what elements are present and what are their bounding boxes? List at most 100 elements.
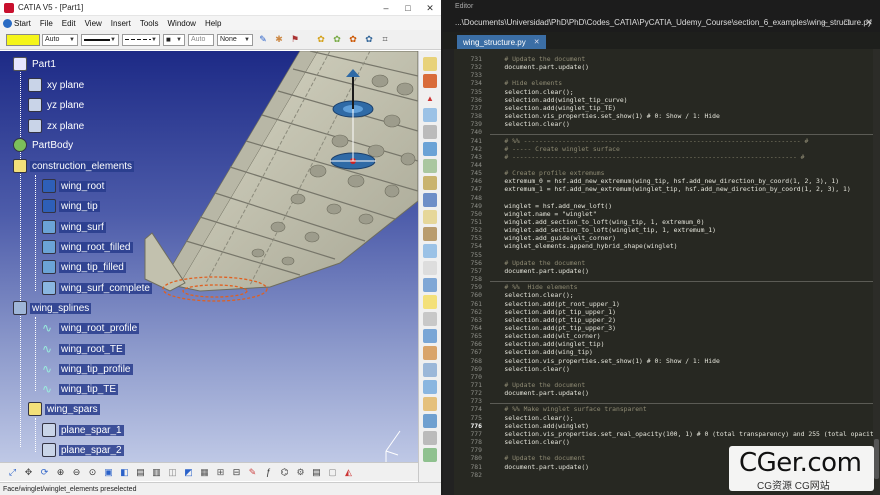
tree-node-zx-plane[interactable]: zx plane	[28, 118, 86, 134]
code-line[interactable]: 778 selection.clear()	[454, 438, 569, 446]
trim-icon[interactable]	[423, 210, 437, 224]
menu-edit[interactable]: Edit	[62, 19, 76, 28]
maximize-button[interactable]: □	[397, 0, 419, 16]
painter-icon[interactable]: ✎	[256, 33, 270, 47]
code-line[interactable]: 748	[454, 194, 489, 202]
analysis-tool-icon[interactable]	[423, 431, 437, 445]
menu-window[interactable]: Window	[168, 19, 196, 28]
join-tool-icon[interactable]	[423, 193, 437, 207]
formula-icon[interactable]: ƒ	[262, 466, 275, 479]
code-line[interactable]: 750 winglet.name = "winglet"	[454, 210, 596, 218]
tree-node-partbody[interactable]: PartBody	[13, 137, 75, 153]
catalog-icon[interactable]: ✿	[314, 33, 328, 47]
code-line[interactable]: 733	[454, 71, 489, 79]
code-line[interactable]: 768 selection.vis_properties.set_show(1)…	[454, 357, 719, 365]
fill-tool-icon[interactable]	[423, 176, 437, 190]
code-line[interactable]: 772 document.part.update()	[454, 389, 589, 397]
code-line[interactable]: 780 # Update the document	[454, 454, 585, 462]
extract-icon[interactable]	[423, 244, 437, 258]
normal-view-icon[interactable]: ⊙	[86, 466, 99, 479]
code-line[interactable]: 769 selection.clear()	[454, 365, 569, 373]
iso-view-icon[interactable]: ▣	[102, 466, 115, 479]
3d-viewport[interactable]: Part1 xy plane yz plane zx plane PartBod…	[0, 51, 418, 481]
code-line[interactable]: 766 selection.add(winglet_tip)	[454, 340, 604, 348]
code-line[interactable]: 745 # Create profile extremums	[454, 169, 604, 177]
code-line[interactable]: 770	[454, 373, 489, 381]
pattern-icon[interactable]	[423, 380, 437, 394]
plane-tool-icon[interactable]	[423, 108, 437, 122]
tools-icon[interactable]: ✿	[346, 33, 360, 47]
line-type-dropdown[interactable]: ▼	[122, 33, 160, 46]
layer-dropdown[interactable]: None ▼	[217, 33, 253, 46]
close-icon[interactable]: ✕	[534, 38, 540, 46]
code-line[interactable]: 779	[454, 446, 489, 454]
tile-view-icon[interactable]: ⊟	[230, 466, 243, 479]
scrollbar-thumb[interactable]	[874, 439, 879, 479]
pan-icon[interactable]: ✥	[22, 466, 35, 479]
code-line[interactable]: 754 winglet_elements.append_hybrid_shape…	[454, 242, 677, 250]
point-tool-icon[interactable]	[423, 74, 437, 88]
tree-node-wing-tip-profile[interactable]: ∿ wing_tip_profile	[42, 361, 133, 377]
macro-icon[interactable]: ⚑	[288, 33, 302, 47]
code-line[interactable]: 761 selection.add(pt_root_upper_1)	[454, 300, 619, 308]
fit-all-icon[interactable]: ⤢	[6, 466, 19, 479]
hide-show-icon[interactable]: ▤	[134, 466, 147, 479]
multi-view-icon[interactable]: ▦	[198, 466, 211, 479]
tree-node-plane-spar-1[interactable]: plane_spar_1	[42, 422, 124, 438]
tree-node-wing-tip-te[interactable]: ∿ wing_tip_TE	[42, 381, 119, 397]
code-line[interactable]: 735 selection.clear();	[454, 88, 573, 96]
tree-node-yz-plane[interactable]: yz plane	[28, 97, 86, 113]
fillet-icon[interactable]	[423, 261, 437, 275]
code-line[interactable]: 746 extremum_0 = hsf.add_new_extremum(wi…	[454, 177, 839, 185]
table-icon[interactable]: ▤	[310, 466, 323, 479]
code-line[interactable]: 777 selection.vis_properties.set_real_op…	[454, 430, 880, 438]
menu-insert[interactable]: Insert	[111, 19, 131, 28]
code-line[interactable]: 763 selection.add(pt_tip_upper_2)	[454, 316, 616, 324]
code-line[interactable]: 734 # Hide elements	[454, 79, 562, 87]
extrude-icon[interactable]: ▲	[423, 91, 437, 105]
shading-icon[interactable]: ◧	[118, 466, 131, 479]
snap-icon[interactable]: ✿	[362, 33, 376, 47]
tree-node-wing-root-filled[interactable]: wing_root_filled	[42, 239, 133, 255]
tree-node-wing-tip-filled[interactable]: wing_tip_filled	[42, 259, 126, 275]
tree-node-wing-spars[interactable]: wing_spars	[28, 401, 100, 417]
line-thickness-dropdown[interactable]: ▼	[81, 33, 119, 46]
tree-node-part1[interactable]: Part1	[13, 56, 58, 72]
parameters-icon[interactable]: ⌬	[278, 466, 291, 479]
measure-icon[interactable]	[423, 448, 437, 462]
code-line[interactable]: 782	[454, 471, 489, 479]
tree-node-plane-spar-2[interactable]: plane_spar_2	[42, 442, 124, 458]
sketch-icon[interactable]	[423, 57, 437, 71]
code-line[interactable]: 749 winglet = hsf.add_new_loft()	[454, 202, 612, 210]
code-line[interactable]: 764 selection.add(pt_tip_upper_3)	[454, 324, 616, 332]
grid-icon[interactable]: ⌗	[378, 33, 392, 47]
editor-maximize-button[interactable]: □	[836, 12, 858, 32]
code-line[interactable]: 744	[454, 161, 489, 169]
code-line[interactable]: 759 # %% Hide elements	[454, 283, 577, 291]
swap-space-icon[interactable]: ▥	[150, 466, 163, 479]
transparency-dropdown[interactable]: Auto ▼	[42, 33, 78, 46]
zoom-out-icon[interactable]: ⊖	[70, 466, 83, 479]
code-line[interactable]: 731 # Update the document	[454, 55, 585, 63]
menu-file[interactable]: File	[40, 19, 53, 28]
code-line[interactable]: 747 extremum_1 = hsf.add_new_extremum(wi…	[454, 185, 850, 193]
code-line[interactable]: 776 selection.add(winglet)	[454, 422, 589, 430]
paint-brush-icon[interactable]: ✎	[246, 466, 259, 479]
code-line[interactable]: 755	[454, 251, 489, 259]
law-icon[interactable]	[423, 397, 437, 411]
affinity-icon[interactable]	[423, 346, 437, 360]
loft-icon[interactable]	[423, 159, 437, 173]
symmetry-icon[interactable]	[423, 312, 437, 326]
tree-node-wing-splines[interactable]: wing_splines	[13, 300, 92, 316]
code-line[interactable]: 741 # %% -------------------------------…	[454, 137, 808, 145]
zoom-in-icon[interactable]: ⊕	[54, 466, 67, 479]
editor-close-button[interactable]: ✕	[858, 12, 880, 32]
tree-node-wing-root-te[interactable]: ∿ wing_root_TE	[42, 341, 125, 357]
color-swatch-dropdown[interactable]	[6, 33, 40, 46]
rotate-view-icon[interactable]: ⟳	[38, 466, 51, 479]
code-line[interactable]: 742 # ----- Create winglet surface	[454, 145, 619, 153]
layer-auto-dropdown[interactable]: Auto	[188, 33, 214, 46]
code-line[interactable]: 740	[454, 128, 489, 136]
tab-wing-structure[interactable]: wing_structure.py ✕	[457, 35, 546, 49]
editor-minimize-button[interactable]: –	[814, 12, 836, 32]
